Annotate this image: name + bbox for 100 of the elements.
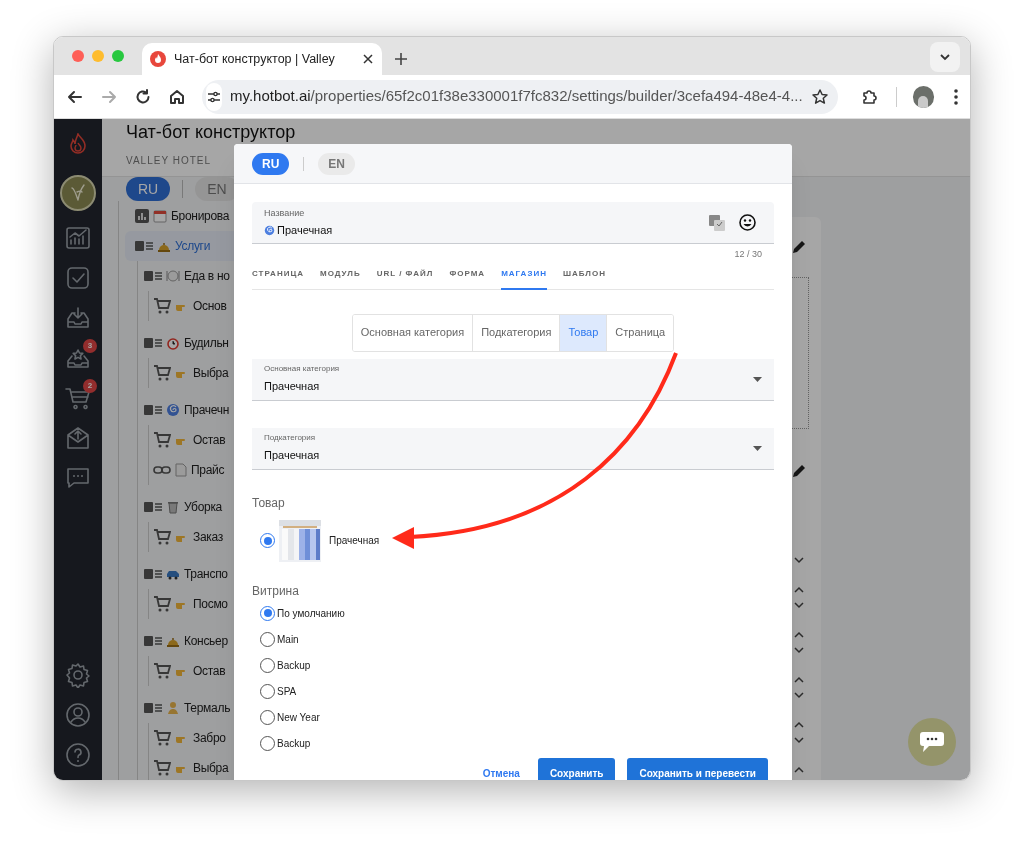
tree-item-label: Забро bbox=[193, 730, 226, 747]
chevron-down-icon[interactable] bbox=[793, 600, 805, 610]
tree-item[interactable]: Прачечн bbox=[144, 395, 234, 425]
dropdown-icon bbox=[753, 376, 762, 382]
user-icon[interactable] bbox=[65, 702, 91, 728]
tab[interactable]: МАГАЗИН bbox=[501, 267, 547, 290]
tree-item[interactable]: Еда в но bbox=[144, 261, 234, 291]
cancel-button[interactable]: Отмена bbox=[476, 758, 526, 780]
chevron-up-icon[interactable] bbox=[793, 765, 805, 775]
tree-item[interactable]: Прайс bbox=[153, 455, 234, 485]
tree-item-label: Остав bbox=[193, 663, 226, 680]
chevron-up-icon[interactable] bbox=[793, 675, 805, 685]
save-button[interactable]: Сохранить bbox=[537, 758, 616, 780]
tree-item-label: Заказ bbox=[193, 529, 223, 546]
settings-icon[interactable] bbox=[65, 662, 91, 688]
tree-item-label: Услуги bbox=[175, 238, 211, 255]
home-icon[interactable] bbox=[168, 87, 186, 106]
profile-avatar[interactable] bbox=[912, 85, 934, 108]
tab[interactable]: URL / ФАЙЛ bbox=[376, 267, 434, 290]
save-button[interactable]: Сохранить и перевести bbox=[627, 758, 768, 780]
signature-icon bbox=[69, 183, 87, 203]
envelope-upload-icon[interactable] bbox=[65, 425, 91, 451]
language-pill[interactable]: RU bbox=[252, 152, 290, 175]
tab-search-button[interactable] bbox=[930, 42, 960, 72]
tree-item[interactable]: Консьер bbox=[144, 626, 234, 656]
page-list-icon bbox=[144, 404, 162, 416]
tree-item-label: Посмо bbox=[193, 596, 228, 613]
chevron-down-icon[interactable] bbox=[793, 645, 805, 655]
chevron-up-icon[interactable] bbox=[793, 585, 805, 595]
tree-item[interactable]: Термаль bbox=[144, 693, 234, 723]
option-label: SPA bbox=[277, 684, 297, 699]
chat-icon[interactable] bbox=[65, 465, 91, 491]
browser-tab[interactable]: Чат-бот конструктор | Valley bbox=[142, 43, 382, 75]
chevron-down-icon[interactable] bbox=[793, 555, 805, 565]
more-vertical-icon[interactable] bbox=[954, 87, 958, 106]
tab[interactable]: ШАБЛОН bbox=[562, 267, 606, 290]
option-label: Backup bbox=[277, 736, 311, 751]
tree-item[interactable]: Остав bbox=[153, 656, 234, 686]
segment-button[interactable]: Страница bbox=[606, 314, 674, 351]
chevron-down-icon bbox=[939, 51, 951, 63]
tree-item[interactable]: Транспо bbox=[144, 559, 234, 589]
tab[interactable]: СТРАНИЦА bbox=[252, 267, 305, 290]
count-badge: 2 bbox=[83, 379, 97, 393]
cart-icon bbox=[153, 297, 171, 315]
tab[interactable]: МОДУЛЬ bbox=[320, 267, 361, 290]
tab[interactable]: ФОРМА bbox=[449, 267, 486, 290]
chevron-up-icon[interactable] bbox=[793, 720, 805, 730]
emoji-icon[interactable] bbox=[739, 214, 756, 231]
tree-item[interactable]: Выбра bbox=[153, 358, 234, 388]
inbox-download-icon[interactable] bbox=[65, 305, 91, 331]
tree-item-label: Выбра bbox=[193, 760, 229, 777]
hotel-avatar[interactable] bbox=[60, 175, 96, 211]
name-field[interactable]: Название Прачечная bbox=[252, 202, 774, 244]
page-list-icon bbox=[135, 240, 153, 252]
tree-item[interactable]: Посмо bbox=[153, 589, 234, 619]
help-icon[interactable] bbox=[65, 742, 91, 768]
language-pill[interactable]: RU bbox=[126, 177, 171, 201]
section-heading: Витрина bbox=[252, 582, 300, 600]
tree-item[interactable]: Бронирова bbox=[135, 201, 234, 231]
close-icon[interactable] bbox=[362, 53, 374, 65]
calendar-icon bbox=[153, 209, 167, 223]
chevron-down-icon[interactable] bbox=[793, 735, 805, 745]
chevron-down-icon[interactable] bbox=[793, 690, 805, 700]
section-heading: Товар bbox=[252, 494, 286, 512]
checkbox-icon[interactable] bbox=[65, 265, 91, 291]
address-bar[interactable]: my.hotbot.ai/properties/65f2c01f38e330001f7fc832/settings/builder/3cefa494-48e4-4... bbox=[202, 79, 838, 114]
site-settings-button[interactable] bbox=[206, 82, 222, 111]
tree-item[interactable]: Забро bbox=[153, 723, 234, 753]
page-list-icon bbox=[144, 270, 162, 282]
tree-item[interactable]: Выбра bbox=[153, 753, 234, 780]
tree-item[interactable]: Остав bbox=[153, 425, 234, 455]
cart-icon bbox=[153, 729, 171, 747]
star-icon[interactable] bbox=[810, 87, 829, 106]
edit-icon[interactable] bbox=[791, 239, 807, 255]
translate-icon[interactable] bbox=[709, 214, 725, 231]
field-label: Название bbox=[264, 206, 306, 220]
chevron-up-icon[interactable] bbox=[793, 630, 805, 640]
field-value: Прачечная bbox=[264, 448, 321, 464]
select-field[interactable]: Основная категория Прачечная bbox=[252, 358, 774, 401]
character-counter: 12 / 30 bbox=[734, 248, 762, 261]
cart-icon bbox=[153, 364, 171, 382]
option-label: New Year bbox=[277, 710, 320, 725]
tree-item[interactable]: Уборка bbox=[144, 492, 234, 522]
plus-icon[interactable] bbox=[394, 52, 408, 66]
language-pill[interactable]: EN bbox=[318, 152, 355, 175]
tree-item-label: Прачечн bbox=[184, 402, 229, 419]
tree-item[interactable]: Будильн bbox=[144, 328, 234, 358]
select-field[interactable]: Подкатегория Прачечная bbox=[252, 427, 774, 470]
document-icon bbox=[175, 463, 187, 477]
cart-icon bbox=[153, 662, 171, 680]
field-value: Прачечная bbox=[277, 223, 333, 238]
tree-item[interactable]: Заказ bbox=[153, 522, 234, 552]
spiral-icon bbox=[166, 403, 180, 417]
tree-item-label: Будильн bbox=[184, 335, 229, 352]
reload-icon[interactable] bbox=[134, 87, 152, 106]
edit-icon[interactable] bbox=[791, 463, 807, 479]
tree-item[interactable]: Основ bbox=[153, 291, 234, 321]
chart-icon[interactable] bbox=[65, 225, 91, 251]
cart-icon[interactable] bbox=[65, 385, 91, 411]
field-value: Прачечная bbox=[264, 379, 321, 395]
